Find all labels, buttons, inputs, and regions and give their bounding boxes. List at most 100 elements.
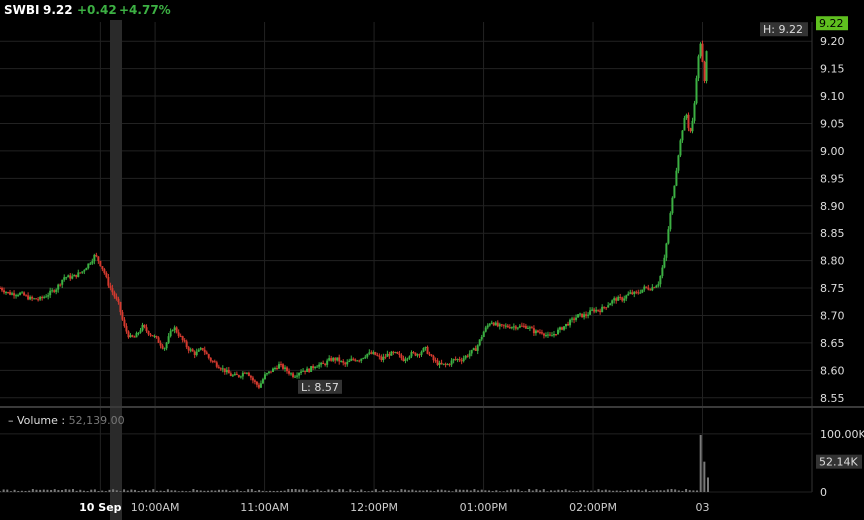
candle-body [436, 360, 439, 365]
volume-bar [112, 489, 115, 492]
candle-body [633, 291, 636, 295]
volume-bar [272, 490, 275, 492]
candle-body [412, 352, 415, 354]
candle-body [31, 296, 34, 299]
volume-bar [440, 489, 443, 492]
candle-body [147, 331, 150, 335]
candle-body [99, 260, 102, 267]
candle-body [450, 360, 453, 365]
candle-body [382, 356, 385, 361]
candle-body [458, 359, 461, 361]
volume-bar [312, 490, 315, 492]
candle-body [530, 327, 533, 329]
candle-body [637, 292, 640, 294]
volume-bar [174, 490, 177, 492]
candle-body [207, 354, 210, 358]
volume-bar [648, 490, 651, 492]
volume-bar [104, 491, 107, 492]
candle-body [314, 366, 317, 368]
candle-body [159, 342, 162, 346]
candle-body [468, 353, 471, 357]
volume-bar [674, 489, 677, 492]
candle-body [430, 354, 433, 357]
volume-bar [655, 490, 658, 492]
candle-body [384, 356, 387, 358]
candle-body [93, 254, 96, 262]
candle-body [59, 284, 62, 286]
candle-body [245, 372, 248, 374]
volume-bar [82, 490, 85, 492]
candle-body [621, 297, 624, 301]
volume-bar [422, 490, 425, 492]
volume-bar [692, 490, 695, 492]
candle-body [101, 266, 104, 270]
price-tick-label: 8.90 [820, 200, 845, 213]
candle-body [354, 359, 357, 361]
candle-body [565, 323, 568, 327]
volume-bar [502, 491, 505, 492]
candle-body [635, 291, 638, 293]
candle-body [556, 329, 559, 335]
candle-body [273, 368, 276, 370]
candle-body [655, 285, 658, 288]
last-price-tag-text: 9.22 [819, 17, 844, 30]
candle-body [472, 348, 475, 350]
candle-body [571, 318, 574, 320]
volume-bar [250, 489, 253, 492]
price-tick-label: 9.20 [820, 35, 845, 48]
volume-bar [473, 489, 476, 492]
candle-body [661, 267, 664, 276]
candle-body [577, 314, 580, 318]
candle-body [316, 366, 319, 368]
candle-body [119, 301, 122, 313]
volume-bar [338, 489, 341, 492]
candle-body [428, 353, 431, 355]
volume-bar [597, 489, 600, 492]
volume-bar [553, 490, 556, 492]
volume-bar [462, 489, 465, 492]
candle-body [478, 339, 481, 346]
candle-body [480, 336, 483, 340]
candle-body [133, 336, 136, 338]
volume-bar [166, 489, 169, 492]
volume-bar [371, 490, 374, 492]
candle-body [175, 327, 178, 333]
volume-bar [13, 489, 16, 492]
candle-body [304, 370, 307, 372]
candle-body [49, 290, 52, 296]
candle-body [464, 355, 467, 359]
volume-bar [568, 490, 571, 492]
candle-body [324, 363, 327, 365]
candle-body [697, 56, 700, 79]
volume-legend-prefix[interactable]: – [8, 414, 14, 427]
volume-bar [608, 490, 611, 492]
volume-bar [261, 490, 264, 492]
candle-body [9, 292, 12, 295]
candle-body [410, 352, 413, 357]
candle-body [17, 294, 20, 296]
volume-bar [535, 489, 538, 492]
candle-body [561, 327, 564, 330]
candle-body [388, 353, 391, 356]
candle-body [552, 334, 555, 336]
candle-body [647, 287, 650, 290]
volume-bar [582, 490, 585, 492]
candle-body [19, 292, 22, 295]
candle-body [408, 356, 411, 359]
volume-bar [265, 491, 268, 492]
candle-body [123, 319, 126, 327]
candle-body [157, 337, 160, 343]
candle-body [137, 332, 140, 334]
candle-body [79, 272, 82, 274]
volume-bar [170, 490, 173, 492]
volume-bar [323, 491, 326, 492]
volume-bar [309, 491, 312, 492]
price-volume-chart[interactable]: 9.20 9.15 9.10 9.05 9.00 8.95 8.90 8.85 8.80 8.75… [0, 0, 864, 520]
candle-body [185, 341, 188, 348]
candle-body [187, 347, 190, 351]
candle-body [292, 373, 295, 378]
candle-body [695, 78, 698, 104]
candle-body [179, 335, 182, 337]
candle-body [693, 103, 696, 121]
volume-bar [349, 489, 352, 492]
